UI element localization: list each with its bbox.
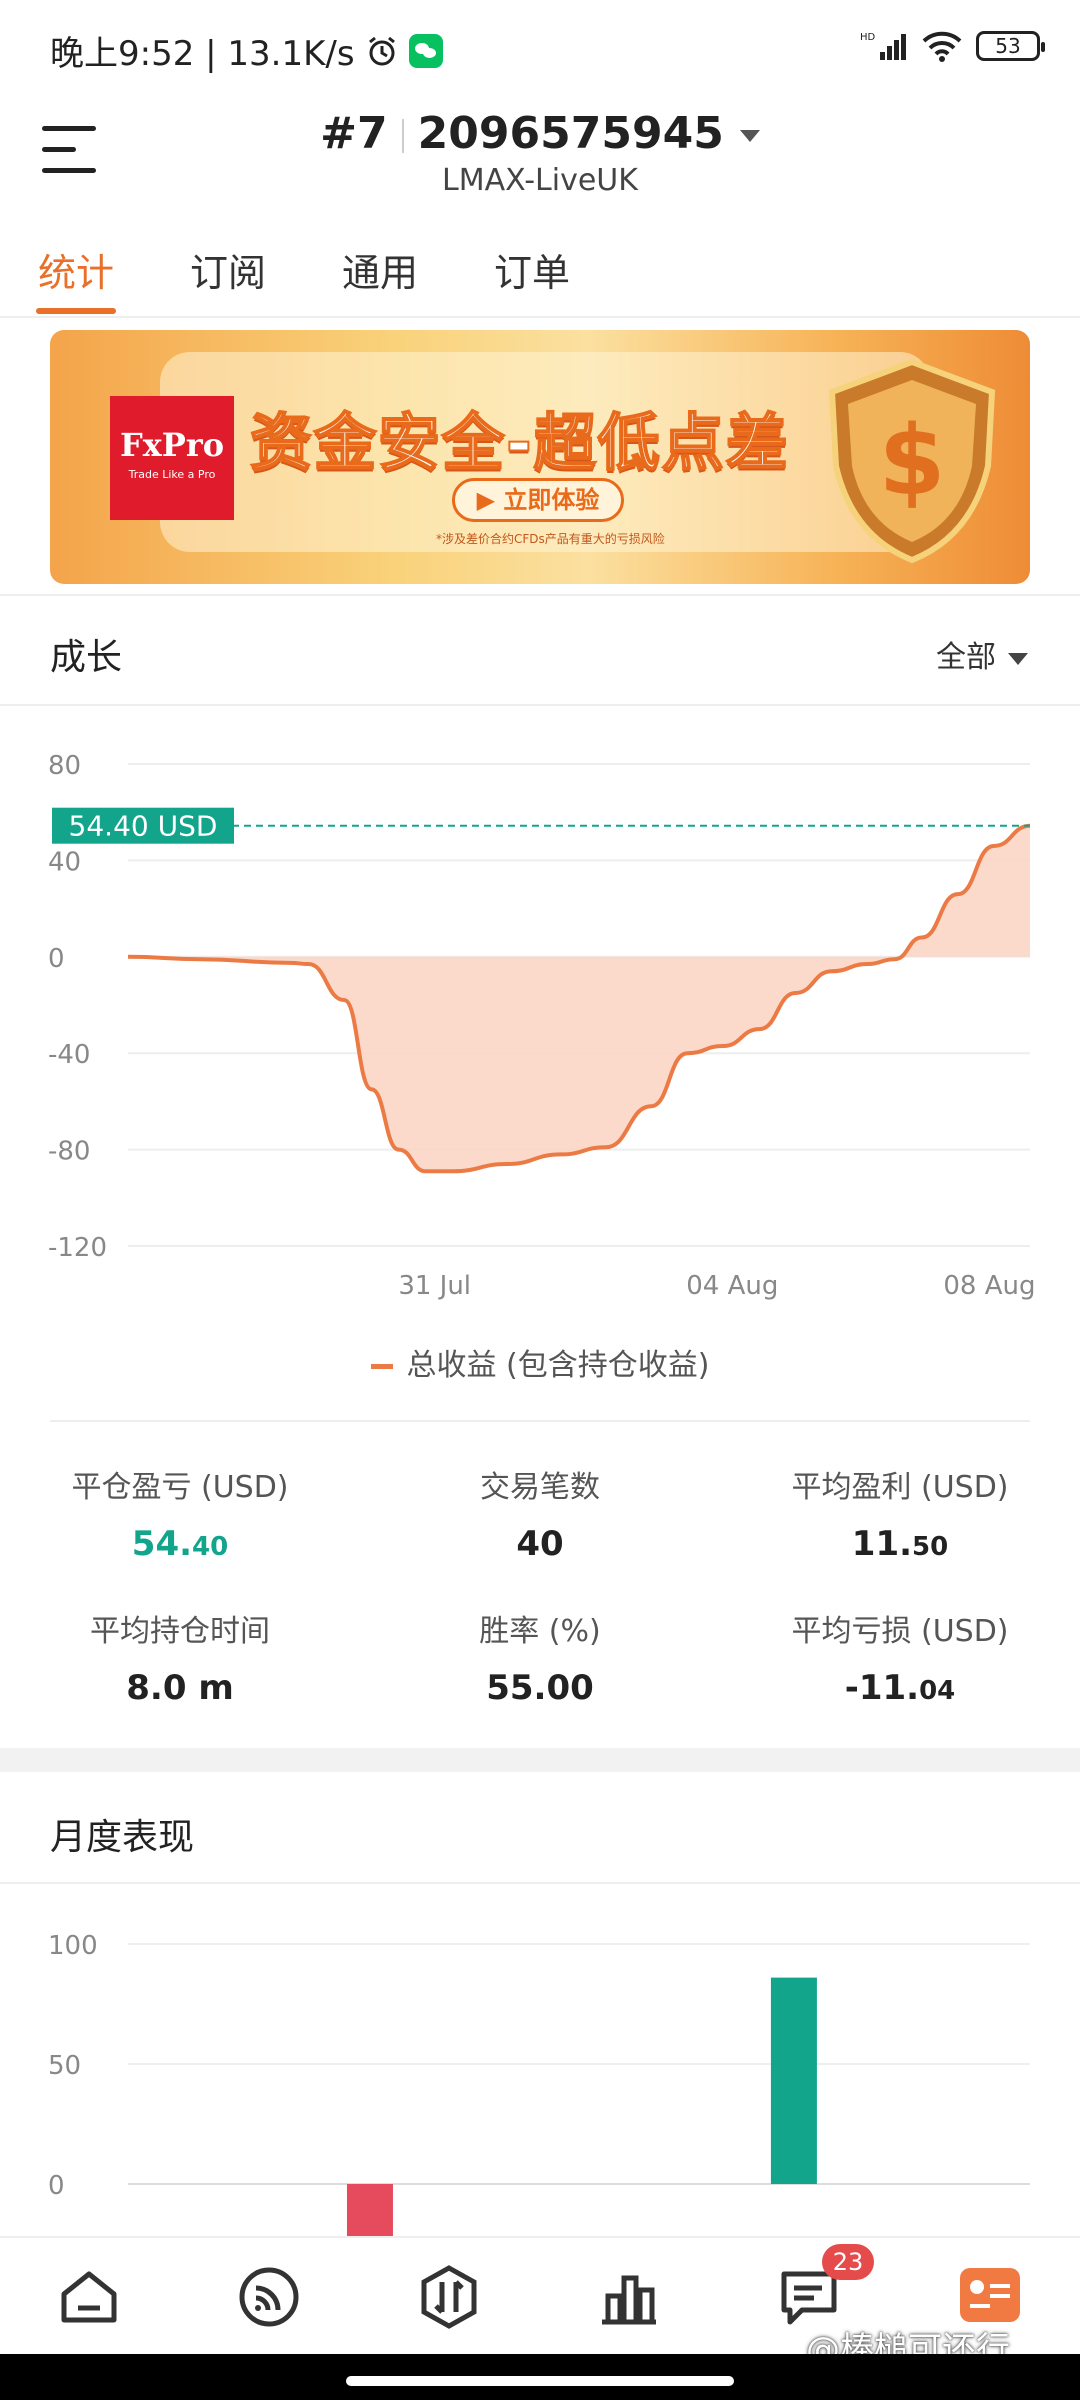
stat-label: 平均持仓时间 xyxy=(90,1614,270,1649)
growth-title: 成长 xyxy=(50,637,123,678)
divider xyxy=(0,704,1080,706)
account-selector[interactable]: #7 2096575945 LMAX-LiveUK xyxy=(0,108,1080,198)
stat-label: 交易笔数 xyxy=(480,1470,600,1505)
status-left: 晚上9:52 | 13.1K/s xyxy=(50,26,443,75)
tab-general[interactable]: 通用 xyxy=(342,242,418,297)
stat-value: 54.40 xyxy=(0,1524,360,1564)
app-header: #7 2096575945 LMAX-LiveUK xyxy=(0,96,1080,216)
account-number: #7 xyxy=(320,108,388,159)
stat-item: 平均盈利 (USD) 11.50 xyxy=(720,1462,1080,1564)
feed-icon[interactable] xyxy=(236,2264,302,2330)
stat-item: 平均持仓时间 8.0 m xyxy=(0,1606,360,1708)
stat-item: 交易笔数 40 xyxy=(360,1462,720,1564)
signal-icon: HD xyxy=(860,32,906,60)
server-name: LMAX-LiveUK xyxy=(442,163,638,198)
current-value-label: 54.40 USD xyxy=(69,810,218,843)
y-tick-label: -120 xyxy=(48,1233,107,1263)
divider xyxy=(50,1420,1030,1422)
stat-value: 8.0 m xyxy=(0,1668,360,1708)
try-now-button[interactable]: ▶ 立即体验 xyxy=(452,478,624,522)
section-separator xyxy=(0,1748,1080,1772)
shield-dollar-icon: $ xyxy=(828,358,996,564)
monthly-title: 月度表现 xyxy=(50,1817,195,1858)
status-right: HD 53 xyxy=(860,30,1045,62)
filter-label: 全部 xyxy=(936,640,996,675)
chevron-down-icon xyxy=(1008,652,1028,665)
net-type-label: HD xyxy=(860,32,876,43)
profile-icon[interactable] xyxy=(960,2268,1020,2322)
x-tick-label: 04 Aug xyxy=(686,1271,778,1301)
growth-filter-dropdown[interactable]: 全部 xyxy=(936,632,1028,676)
stat-value-decimal: 50 xyxy=(912,1532,949,1562)
y-tick-label: 40 xyxy=(48,847,81,877)
stat-value: -11.04 xyxy=(720,1668,1080,1708)
stat-value-decimal: 40 xyxy=(192,1532,229,1562)
brand-tagline: Trade Like a Pro xyxy=(128,468,216,481)
tab-bar: 统计 订阅 通用 订单 xyxy=(0,216,1080,318)
wifi-icon xyxy=(922,31,962,62)
banner-title: 资金安全-超低点差 xyxy=(249,405,790,480)
stat-label: 平均亏损 (USD) xyxy=(791,1614,1009,1649)
stat-value-main: 11. xyxy=(851,1524,913,1564)
message-badge: 23 xyxy=(822,2244,874,2280)
stat-value-main: 40 xyxy=(516,1524,564,1564)
svg-text:$: $ xyxy=(879,405,946,517)
y-tick-label: 50 xyxy=(48,2051,81,2081)
chart-legend: 总收益 (包含持仓收益) xyxy=(0,1340,1080,1384)
growth-chart: 80 40 0 -40 -80 -120 31 Jul 04 Aug 08 Aug 54.40 U… xyxy=(48,751,1035,1301)
stat-value-main: 8.0 m xyxy=(126,1668,234,1708)
stat-value-main: 55.00 xyxy=(486,1668,594,1708)
status-bar: 晚上9:52 | 13.1K/s HD 53 xyxy=(0,0,1080,96)
stat-value-main: 54. xyxy=(131,1524,193,1564)
y-tick-label: 0 xyxy=(48,2171,65,2201)
stat-item: 平仓盈亏 (USD) 54.40 xyxy=(0,1462,360,1564)
stat-value-main: -11. xyxy=(844,1668,920,1708)
x-tick-label: 31 Jul xyxy=(398,1271,471,1301)
banner-risk-note: *涉及差价合约CFDs产品有重大的亏损风险 xyxy=(436,532,665,546)
monthly-bar xyxy=(346,2184,393,2236)
y-tick-label: 0 xyxy=(48,944,65,974)
x-tick-label: 08 Aug xyxy=(943,1271,1035,1301)
account-id: 2096575945 xyxy=(417,108,724,159)
stat-label: 平仓盈亏 (USD) xyxy=(71,1470,289,1505)
stat-item: 平均亏损 (USD) -11.04 xyxy=(720,1606,1080,1708)
divider xyxy=(0,594,1080,596)
ad-banner[interactable]: FxPro Trade Like a Pro 资金安全-超低点差 ▶ 立即体验 … xyxy=(50,330,1030,584)
active-tab-indicator xyxy=(36,308,116,314)
trade-icon[interactable] xyxy=(416,2264,482,2330)
tab-statistics[interactable]: 统计 xyxy=(38,242,114,297)
stat-item: 胜率 (%) 55.00 xyxy=(360,1606,720,1708)
try-now-label: 立即体验 xyxy=(503,486,600,514)
area-fill xyxy=(128,825,1030,1172)
y-tick-label: -40 xyxy=(48,1040,90,1070)
status-time: 晚上9:52 | 13.1K/s xyxy=(50,34,355,74)
divider xyxy=(0,1882,1080,1884)
tab-subscribe[interactable]: 订阅 xyxy=(190,242,266,297)
stat-value-decimal: 04 xyxy=(919,1676,956,1706)
legend-label: 总收益 (包含持仓收益) xyxy=(406,1348,710,1383)
chart-icon[interactable] xyxy=(596,2264,662,2330)
stat-label: 平均盈利 (USD) xyxy=(791,1470,1009,1505)
dropdown-caret-icon xyxy=(739,130,760,142)
stat-value: 40 xyxy=(360,1524,720,1564)
monthly-bar xyxy=(770,1977,817,2184)
alarm-icon xyxy=(368,36,395,65)
monthly-chart: 100 50 0 xyxy=(48,1931,1030,2236)
y-tick-label: 100 xyxy=(48,1931,98,1961)
wechat-icon xyxy=(408,33,443,68)
battery-indicator: 53 xyxy=(976,31,1045,61)
home-icon[interactable] xyxy=(56,2264,122,2330)
stat-value: 11.50 xyxy=(720,1524,1080,1564)
y-tick-label: 80 xyxy=(48,751,81,781)
fxpro-logo: FxPro Trade Like a Pro xyxy=(110,396,234,520)
brand-name: FxPro xyxy=(119,426,225,464)
stat-value: 55.00 xyxy=(360,1668,720,1708)
gesture-bar xyxy=(0,2354,1080,2400)
stat-label: 胜率 (%) xyxy=(479,1614,601,1649)
legend-swatch xyxy=(370,1364,393,1369)
y-tick-label: -80 xyxy=(48,1137,90,1167)
tab-orders[interactable]: 订单 xyxy=(494,242,570,297)
